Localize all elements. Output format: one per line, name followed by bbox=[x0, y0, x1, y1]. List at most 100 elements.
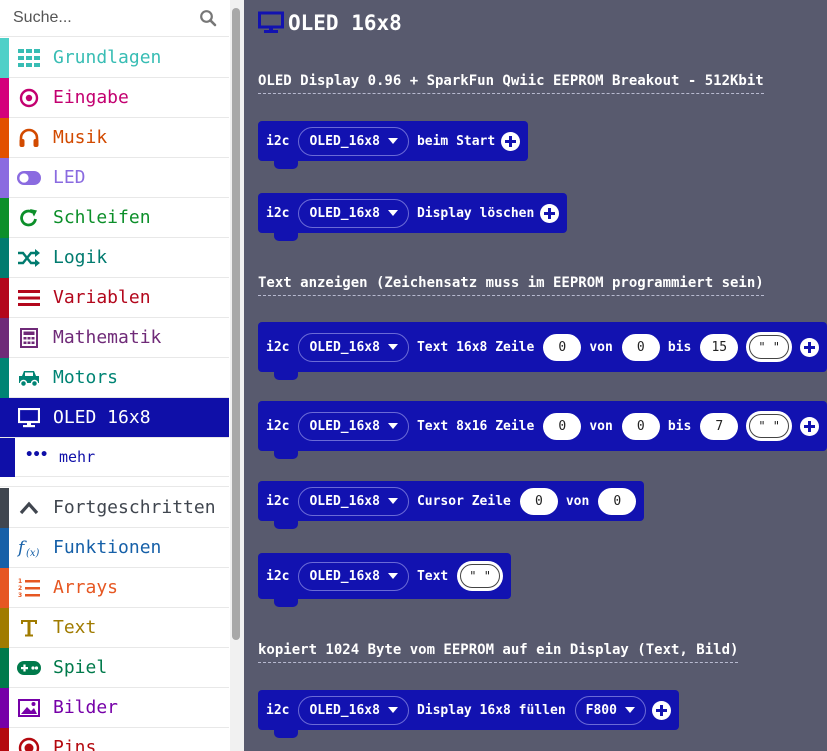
subcategory-mehr[interactable]: ••• mehr bbox=[0, 438, 229, 477]
von-label: von bbox=[565, 493, 590, 509]
category-text[interactable]: Text bbox=[0, 608, 229, 648]
svg-text:1: 1 bbox=[18, 578, 22, 585]
col-input[interactable]: 0 bbox=[598, 487, 637, 515]
category-eingabe[interactable]: Eingabe bbox=[0, 78, 229, 118]
category-oled-16x8[interactable]: OLED 16x8 bbox=[0, 398, 229, 438]
subcategory-stripe bbox=[0, 438, 15, 477]
device-dropdown[interactable]: OLED_16x8 bbox=[298, 126, 409, 156]
device-dropdown[interactable]: OLED_16x8 bbox=[298, 486, 409, 516]
search-box bbox=[0, 0, 229, 37]
toolbox-separator bbox=[0, 477, 229, 487]
device-dropdown[interactable]: OLED_16x8 bbox=[298, 411, 409, 441]
block-display-fuellen[interactable]: i2c OLED_16x8 Display 16x8 füllen F800 bbox=[258, 690, 679, 738]
category-musik[interactable]: Musik bbox=[0, 118, 229, 158]
device-dropdown[interactable]: OLED_16x8 bbox=[298, 198, 409, 228]
chevron-down-icon bbox=[624, 707, 635, 713]
category-label: Musik bbox=[53, 127, 108, 148]
category-color-stripe bbox=[0, 198, 9, 238]
category-color-stripe bbox=[0, 568, 9, 608]
block-text: Text 8x16 Zeile bbox=[416, 418, 535, 434]
category-pins[interactable]: Pins bbox=[0, 728, 229, 751]
category-label: Eingabe bbox=[53, 87, 129, 108]
category-color-stripe bbox=[0, 38, 9, 78]
function-icon: f (x) bbox=[17, 537, 41, 559]
device-dropdown[interactable]: OLED_16x8 bbox=[298, 695, 409, 725]
pin-icon bbox=[17, 737, 41, 751]
category-funktionen[interactable]: f (x) Funktionen bbox=[0, 528, 229, 568]
block-text-16x8[interactable]: i2c OLED_16x8 Text 16x8 Zeile 0 von 0 bi… bbox=[258, 322, 827, 380]
toggle-icon bbox=[17, 167, 41, 189]
category-fortgeschritten[interactable]: Fortgeschritten bbox=[0, 488, 229, 528]
plus-icon[interactable] bbox=[800, 337, 819, 357]
category-arrays[interactable]: 123 Arrays bbox=[0, 568, 229, 608]
category-label: Bilder bbox=[53, 697, 119, 718]
category-color-stripe bbox=[0, 158, 9, 198]
category-label: Pins bbox=[53, 737, 97, 751]
col-from-input[interactable]: 0 bbox=[621, 333, 660, 361]
category-motors[interactable]: Motors bbox=[0, 358, 229, 398]
col-to-input[interactable]: 7 bbox=[700, 412, 739, 440]
block-i2c-label: i2c bbox=[266, 568, 290, 584]
search-icon[interactable] bbox=[199, 9, 217, 27]
block-text: Cursor Zeile bbox=[416, 493, 511, 509]
headphones-icon bbox=[17, 127, 41, 149]
category-logik[interactable]: Logik bbox=[0, 238, 229, 278]
toolbox-sidebar: Grundlagen Eingabe Musik LED Schleifen bbox=[0, 0, 244, 751]
block-connector bbox=[274, 730, 298, 738]
plus-icon[interactable] bbox=[800, 416, 819, 436]
block-text-8x16[interactable]: i2c OLED_16x8 Text 8x16 Zeile 0 von 0 bi… bbox=[258, 401, 827, 459]
category-label: Spiel bbox=[53, 657, 108, 678]
string-input[interactable]: " " bbox=[457, 561, 503, 591]
device-dropdown[interactable]: OLED_16x8 bbox=[298, 561, 409, 591]
col-to-input[interactable]: 15 bbox=[700, 333, 739, 361]
category-variablen[interactable]: Variablen bbox=[0, 278, 229, 318]
block-i2c-label: i2c bbox=[266, 418, 290, 434]
category-label: Arrays bbox=[53, 577, 119, 598]
col-from-input[interactable]: 0 bbox=[621, 412, 660, 440]
category-label: Motors bbox=[53, 367, 119, 388]
category-bilder[interactable]: Bilder bbox=[0, 688, 229, 728]
block-display-loeschen[interactable]: i2c OLED_16x8 Display löschen bbox=[258, 193, 568, 241]
category-color-stripe bbox=[0, 488, 9, 528]
category-led[interactable]: LED bbox=[0, 158, 229, 198]
row-input[interactable]: 0 bbox=[519, 487, 558, 515]
category-mathematik[interactable]: Mathematik bbox=[0, 318, 229, 358]
section-heading: kopiert 1024 Byte vom EEPROM auf ein Dis… bbox=[258, 642, 739, 663]
chevron-down-icon bbox=[387, 707, 398, 713]
von-label: von bbox=[589, 339, 613, 355]
address-dropdown[interactable]: F800 bbox=[574, 695, 646, 725]
gamepad-icon bbox=[17, 657, 41, 679]
sidebar-scrollbar[interactable] bbox=[230, 0, 244, 751]
plus-icon[interactable] bbox=[540, 203, 560, 223]
monitor-icon bbox=[17, 407, 41, 429]
von-label: von bbox=[589, 418, 613, 434]
search-input[interactable] bbox=[0, 0, 195, 36]
plus-icon[interactable] bbox=[501, 131, 521, 151]
row-input[interactable]: 0 bbox=[543, 412, 582, 440]
block-i2c-label: i2c bbox=[266, 493, 290, 509]
row-input[interactable]: 0 bbox=[543, 333, 582, 361]
string-input[interactable]: " " bbox=[746, 332, 792, 362]
dropdown-value: OLED_16x8 bbox=[309, 339, 380, 355]
block-i2c-label: i2c bbox=[266, 339, 290, 355]
block-beim-start[interactable]: i2c OLED_16x8 beim Start bbox=[258, 121, 529, 169]
chevron-down-icon bbox=[387, 210, 398, 216]
block-text[interactable]: i2c OLED_16x8 Text " " bbox=[258, 553, 511, 607]
monitor-icon bbox=[258, 11, 284, 33]
flyout-title: OLED 16x8 bbox=[258, 11, 402, 35]
category-schleifen[interactable]: Schleifen bbox=[0, 198, 229, 238]
string-input[interactable]: " " bbox=[746, 411, 792, 441]
category-spiel[interactable]: Spiel bbox=[0, 648, 229, 688]
chevron-down-icon bbox=[387, 498, 398, 504]
scrollbar-thumb[interactable] bbox=[232, 8, 240, 640]
category-label: Logik bbox=[53, 247, 108, 268]
block-cursor-zeile[interactable]: i2c OLED_16x8 Cursor Zeile 0 von 0 bbox=[258, 481, 645, 529]
plus-icon[interactable] bbox=[651, 700, 671, 720]
category-label: Grundlagen bbox=[53, 47, 162, 68]
category-grundlagen[interactable]: Grundlagen bbox=[0, 38, 229, 78]
svg-text:2: 2 bbox=[18, 585, 22, 592]
category-label: Mathematik bbox=[53, 327, 162, 348]
target-icon bbox=[17, 87, 41, 109]
chevron-down-icon bbox=[387, 138, 398, 144]
device-dropdown[interactable]: OLED_16x8 bbox=[298, 332, 409, 362]
